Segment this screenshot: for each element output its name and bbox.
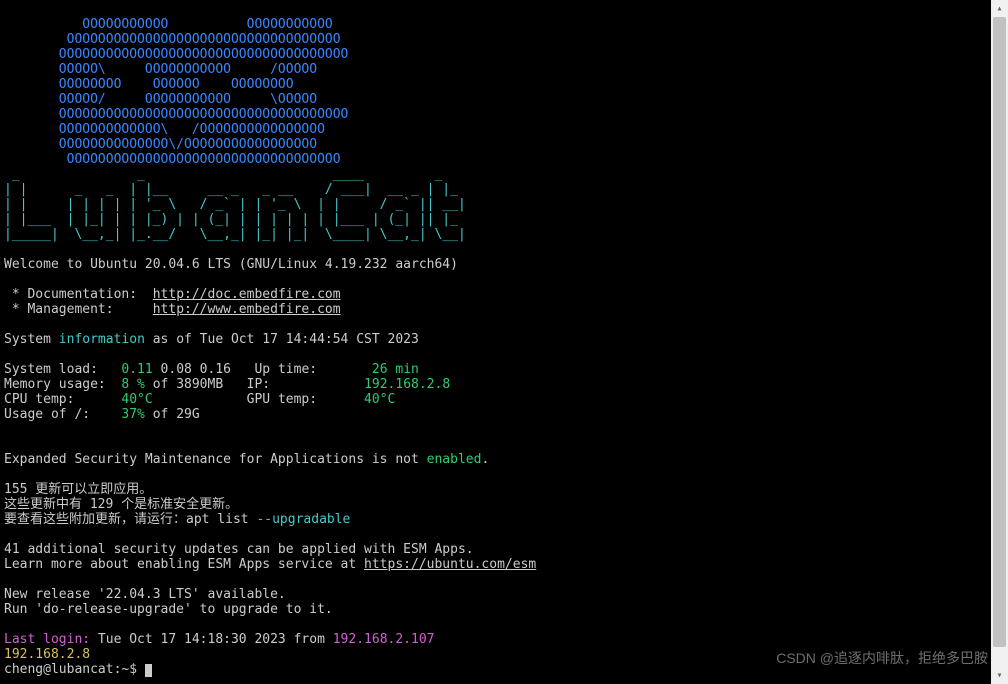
prompt-user: cheng@lubancat <box>4 662 114 677</box>
esm-pre: Expanded Security Maintenance for Applic… <box>4 452 427 467</box>
prompt-suffix: $ <box>129 662 145 677</box>
ascii-art-top-1: OOOOOOOOOOOOOOOOOOOOOOOOOOOOOOOOOOO <box>4 32 341 47</box>
release-line-1: New release '22.04.3 LTS' available. <box>4 587 286 602</box>
uptime-value: 26 min <box>372 362 419 377</box>
sysinfo-word: information <box>59 332 145 347</box>
load-rest: 0.08 0.16 <box>153 362 231 377</box>
cpu-label: CPU temp: <box>4 392 121 407</box>
ascii-logo-3: | |___ | |_| | | |_) | | (_| | | | | | |… <box>4 212 458 227</box>
terminal-output[interactable]: OOOOOOOOOOO OOOOOOOOOOO OOOOOOOOOOOOOOOO… <box>0 0 988 684</box>
mgmt-link[interactable]: http://www.embedfire.com <box>153 302 341 317</box>
esm-apps-link[interactable]: https://ubuntu.com/esm <box>364 557 536 572</box>
esm-apps-line-1: 41 additional security updates can be ap… <box>4 542 474 557</box>
last-login-rest: Tue Oct 17 14:18:30 2023 from <box>90 632 333 647</box>
ip-value: 192.168.2.8 <box>364 377 450 392</box>
cpu-value: 40°C <box>121 392 152 407</box>
doc-link[interactable]: http://doc.embedfire.com <box>153 287 341 302</box>
updates-line-1: 155 更新可以立即应用。 <box>4 482 152 497</box>
mem-rest: of 3890MB <box>145 377 223 392</box>
cursor-icon[interactable] <box>145 664 152 677</box>
ascii-art-top-9: OOOOOOOOOOOOOOOOOOOOOOOOOOOOOOOOOOO <box>4 152 341 167</box>
ascii-logo-2: | | | | | | | '_ \ / _` | | '_ \ | | / _… <box>4 197 466 212</box>
ascii-art-top-8: OOOOOOOOOOOOOO\/OOOOOOOOOOOOOOOOO <box>4 137 317 152</box>
motd-ip: 192.168.2.8 <box>4 647 90 662</box>
updates-line-3-pre: 要查看这些附加更新，请运行：apt list <box>4 512 256 527</box>
doc-label: * Documentation: <box>4 287 153 302</box>
scroll-thumb[interactable] <box>993 17 1006 647</box>
ascii-art-top-4: OOOOOOOO OOOOOO OOOOOOOO <box>4 77 294 92</box>
sysinfo-pre: System <box>4 332 59 347</box>
root-value: 37% <box>121 407 144 422</box>
release-line-2: Run 'do-release-upgrade' to upgrade to i… <box>4 602 333 617</box>
ascii-art-top-5: OOOOO/ OOOOOOOOOOO \OOOOO <box>4 92 317 107</box>
last-login-label: Last login: <box>4 632 90 647</box>
ascii-art-top-3: OOOOO\ OOOOOOOOOOO /OOOOO <box>4 62 317 77</box>
ascii-logo-4: |_____| \__,_| |_.__/ \__,_| |_| |_| \__… <box>4 227 466 242</box>
uptime-label: Up time: <box>231 362 372 377</box>
load-value: 0.11 <box>121 362 152 377</box>
esm-apps-line-2-pre: Learn more about enabling ESM Apps servi… <box>4 557 364 572</box>
root-label: Usage of /: <box>4 407 121 422</box>
ascii-logo-0: _ _ ____ _ <box>4 167 442 182</box>
last-login-ip: 192.168.2.107 <box>333 632 435 647</box>
root-rest: of 29G <box>145 407 200 422</box>
ascii-art-top-2: OOOOOOOOOOOOOOOOOOOOOOOOOOOOOOOOOOOOO <box>4 47 348 62</box>
esm-word: enabled <box>427 452 482 467</box>
esm-post: . <box>481 452 489 467</box>
vertical-scrollbar[interactable]: ▴ ▾ <box>991 0 1008 684</box>
gpu-label: GPU temp: <box>153 392 364 407</box>
ip-label: IP: <box>223 377 364 392</box>
ascii-logo-1: | | _ _ | |__ __ _ _ __ / ___| __ _ | |_ <box>4 182 458 197</box>
updates-line-2: 这些更新中有 129 个是标准安全更新。 <box>4 497 238 512</box>
scroll-track[interactable] <box>991 17 1008 667</box>
gpu-value: 40°C <box>364 392 395 407</box>
updates-line-3-opt: --upgradable <box>256 512 350 527</box>
mgmt-label: * Management: <box>4 302 153 317</box>
ascii-art-top-6: OOOOOOOOOOOOOOOOOOOOOOOOOOOOOOOOOOOOO <box>4 107 348 122</box>
mem-value: 8 % <box>121 377 144 392</box>
sysinfo-post: as of Tue Oct 17 14:44:54 CST 2023 <box>145 332 419 347</box>
load-label: System load: <box>4 362 121 377</box>
welcome-line: Welcome to Ubuntu 20.04.6 LTS (GNU/Linux… <box>4 257 458 272</box>
ascii-art-top-7: OOOOOOOOOOOOO\ /OOOOOOOOOOOOOOOO <box>4 122 325 137</box>
scroll-up-button[interactable]: ▴ <box>991 0 1008 17</box>
scroll-down-button[interactable]: ▾ <box>991 667 1008 684</box>
ascii-art-top-0: OOOOOOOOOOO OOOOOOOOOOO <box>4 17 333 32</box>
mem-label: Memory usage: <box>4 377 121 392</box>
